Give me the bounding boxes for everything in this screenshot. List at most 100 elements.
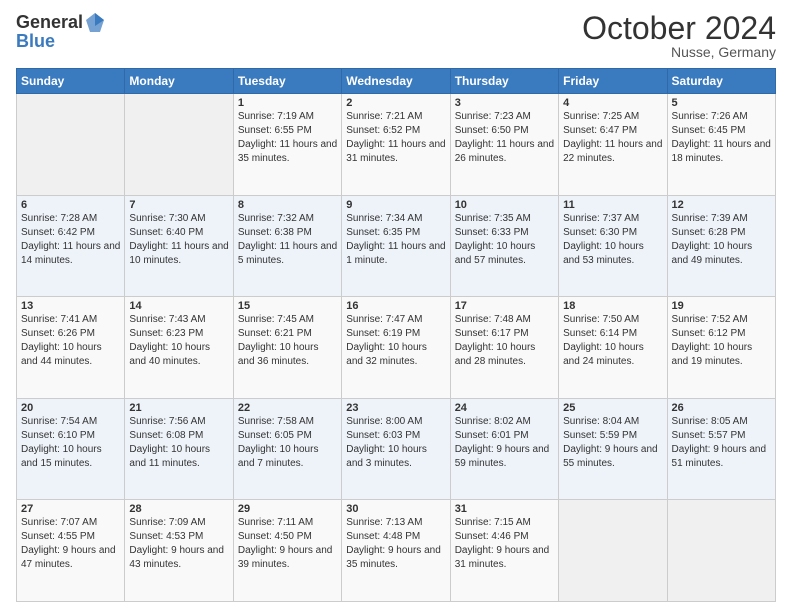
table-row [559, 500, 667, 602]
table-row: 2 Sunrise: 7:21 AMSunset: 6:52 PMDayligh… [342, 94, 450, 196]
sunrise-text: Sunrise: 7:23 AMSunset: 6:50 PMDaylight:… [455, 111, 554, 164]
title-block: October 2024 Nusse, Germany [582, 12, 776, 60]
day-number: 4 [563, 97, 662, 109]
sunrise-text: Sunrise: 8:02 AMSunset: 6:01 PMDaylight:… [455, 416, 550, 469]
table-row: 17 Sunrise: 7:48 AMSunset: 6:17 PMDaylig… [450, 297, 558, 399]
logo-blue-text: Blue [16, 31, 55, 51]
table-row: 19 Sunrise: 7:52 AMSunset: 6:12 PMDaylig… [667, 297, 775, 399]
day-number: 20 [21, 402, 120, 414]
table-row: 24 Sunrise: 8:02 AMSunset: 6:01 PMDaylig… [450, 398, 558, 500]
col-friday: Friday [559, 69, 667, 94]
sunrise-text: Sunrise: 7:47 AMSunset: 6:19 PMDaylight:… [346, 314, 427, 367]
sunrise-text: Sunrise: 7:35 AMSunset: 6:33 PMDaylight:… [455, 213, 536, 266]
logo: General Blue [16, 12, 105, 52]
table-row: 4 Sunrise: 7:25 AMSunset: 6:47 PMDayligh… [559, 94, 667, 196]
table-row: 26 Sunrise: 8:05 AMSunset: 5:57 PMDaylig… [667, 398, 775, 500]
month-title: October 2024 [582, 12, 776, 44]
sunrise-text: Sunrise: 7:50 AMSunset: 6:14 PMDaylight:… [563, 314, 644, 367]
day-number: 26 [672, 402, 771, 414]
table-row: 12 Sunrise: 7:39 AMSunset: 6:28 PMDaylig… [667, 195, 775, 297]
table-row: 21 Sunrise: 7:56 AMSunset: 6:08 PMDaylig… [125, 398, 233, 500]
table-row: 22 Sunrise: 7:58 AMSunset: 6:05 PMDaylig… [233, 398, 341, 500]
calendar-week-row: 1 Sunrise: 7:19 AMSunset: 6:55 PMDayligh… [17, 94, 776, 196]
sunrise-text: Sunrise: 7:37 AMSunset: 6:30 PMDaylight:… [563, 213, 644, 266]
sunrise-text: Sunrise: 7:15 AMSunset: 4:46 PMDaylight:… [455, 517, 550, 570]
day-number: 2 [346, 97, 445, 109]
calendar-week-row: 6 Sunrise: 7:28 AMSunset: 6:42 PMDayligh… [17, 195, 776, 297]
table-row: 28 Sunrise: 7:09 AMSunset: 4:53 PMDaylig… [125, 500, 233, 602]
sunrise-text: Sunrise: 7:07 AMSunset: 4:55 PMDaylight:… [21, 517, 116, 570]
col-wednesday: Wednesday [342, 69, 450, 94]
day-number: 25 [563, 402, 662, 414]
col-sunday: Sunday [17, 69, 125, 94]
col-tuesday: Tuesday [233, 69, 341, 94]
table-row: 13 Sunrise: 7:41 AMSunset: 6:26 PMDaylig… [17, 297, 125, 399]
table-row: 9 Sunrise: 7:34 AMSunset: 6:35 PMDayligh… [342, 195, 450, 297]
table-row: 18 Sunrise: 7:50 AMSunset: 6:14 PMDaylig… [559, 297, 667, 399]
sunrise-text: Sunrise: 7:56 AMSunset: 6:08 PMDaylight:… [129, 416, 210, 469]
table-row: 25 Sunrise: 8:04 AMSunset: 5:59 PMDaylig… [559, 398, 667, 500]
table-row: 20 Sunrise: 7:54 AMSunset: 6:10 PMDaylig… [17, 398, 125, 500]
sunrise-text: Sunrise: 7:30 AMSunset: 6:40 PMDaylight:… [129, 213, 228, 266]
col-saturday: Saturday [667, 69, 775, 94]
page: General Blue October 2024 Nusse, Germany… [0, 0, 792, 612]
day-number: 9 [346, 199, 445, 211]
sunrise-text: Sunrise: 8:00 AMSunset: 6:03 PMDaylight:… [346, 416, 427, 469]
table-row: 7 Sunrise: 7:30 AMSunset: 6:40 PMDayligh… [125, 195, 233, 297]
sunrise-text: Sunrise: 8:05 AMSunset: 5:57 PMDaylight:… [672, 416, 767, 469]
col-monday: Monday [125, 69, 233, 94]
table-row: 23 Sunrise: 8:00 AMSunset: 6:03 PMDaylig… [342, 398, 450, 500]
day-number: 1 [238, 97, 337, 109]
table-row: 6 Sunrise: 7:28 AMSunset: 6:42 PMDayligh… [17, 195, 125, 297]
table-row: 29 Sunrise: 7:11 AMSunset: 4:50 PMDaylig… [233, 500, 341, 602]
day-number: 7 [129, 199, 228, 211]
day-number: 27 [21, 503, 120, 515]
sunrise-text: Sunrise: 7:25 AMSunset: 6:47 PMDaylight:… [563, 111, 662, 164]
sunrise-text: Sunrise: 7:58 AMSunset: 6:05 PMDaylight:… [238, 416, 319, 469]
day-number: 5 [672, 97, 771, 109]
day-number: 30 [346, 503, 445, 515]
day-number: 13 [21, 300, 120, 312]
header: General Blue October 2024 Nusse, Germany [16, 12, 776, 60]
day-number: 22 [238, 402, 337, 414]
sunrise-text: Sunrise: 8:04 AMSunset: 5:59 PMDaylight:… [563, 416, 658, 469]
sunrise-text: Sunrise: 7:34 AMSunset: 6:35 PMDaylight:… [346, 213, 445, 266]
day-number: 28 [129, 503, 228, 515]
calendar-header-row: Sunday Monday Tuesday Wednesday Thursday… [17, 69, 776, 94]
calendar-table: Sunday Monday Tuesday Wednesday Thursday… [16, 68, 776, 602]
sunrise-text: Sunrise: 7:41 AMSunset: 6:26 PMDaylight:… [21, 314, 102, 367]
sunrise-text: Sunrise: 7:43 AMSunset: 6:23 PMDaylight:… [129, 314, 210, 367]
sunrise-text: Sunrise: 7:09 AMSunset: 4:53 PMDaylight:… [129, 517, 224, 570]
table-row: 3 Sunrise: 7:23 AMSunset: 6:50 PMDayligh… [450, 94, 558, 196]
sunrise-text: Sunrise: 7:13 AMSunset: 4:48 PMDaylight:… [346, 517, 441, 570]
sunrise-text: Sunrise: 7:54 AMSunset: 6:10 PMDaylight:… [21, 416, 102, 469]
table-row: 15 Sunrise: 7:45 AMSunset: 6:21 PMDaylig… [233, 297, 341, 399]
day-number: 11 [563, 199, 662, 211]
day-number: 18 [563, 300, 662, 312]
day-number: 15 [238, 300, 337, 312]
logo-general-text: General [16, 13, 83, 31]
day-number: 6 [21, 199, 120, 211]
day-number: 17 [455, 300, 554, 312]
day-number: 3 [455, 97, 554, 109]
table-row [667, 500, 775, 602]
sunrise-text: Sunrise: 7:48 AMSunset: 6:17 PMDaylight:… [455, 314, 536, 367]
location: Nusse, Germany [582, 44, 776, 60]
day-number: 8 [238, 199, 337, 211]
day-number: 29 [238, 503, 337, 515]
table-row: 30 Sunrise: 7:13 AMSunset: 4:48 PMDaylig… [342, 500, 450, 602]
day-number: 24 [455, 402, 554, 414]
calendar-week-row: 13 Sunrise: 7:41 AMSunset: 6:26 PMDaylig… [17, 297, 776, 399]
table-row: 11 Sunrise: 7:37 AMSunset: 6:30 PMDaylig… [559, 195, 667, 297]
sunrise-text: Sunrise: 7:21 AMSunset: 6:52 PMDaylight:… [346, 111, 445, 164]
sunrise-text: Sunrise: 7:26 AMSunset: 6:45 PMDaylight:… [672, 111, 771, 164]
day-number: 19 [672, 300, 771, 312]
table-row [17, 94, 125, 196]
table-row: 5 Sunrise: 7:26 AMSunset: 6:45 PMDayligh… [667, 94, 775, 196]
table-row: 16 Sunrise: 7:47 AMSunset: 6:19 PMDaylig… [342, 297, 450, 399]
sunrise-text: Sunrise: 7:11 AMSunset: 4:50 PMDaylight:… [238, 517, 333, 570]
table-row: 1 Sunrise: 7:19 AMSunset: 6:55 PMDayligh… [233, 94, 341, 196]
table-row: 27 Sunrise: 7:07 AMSunset: 4:55 PMDaylig… [17, 500, 125, 602]
table-row: 10 Sunrise: 7:35 AMSunset: 6:33 PMDaylig… [450, 195, 558, 297]
col-thursday: Thursday [450, 69, 558, 94]
